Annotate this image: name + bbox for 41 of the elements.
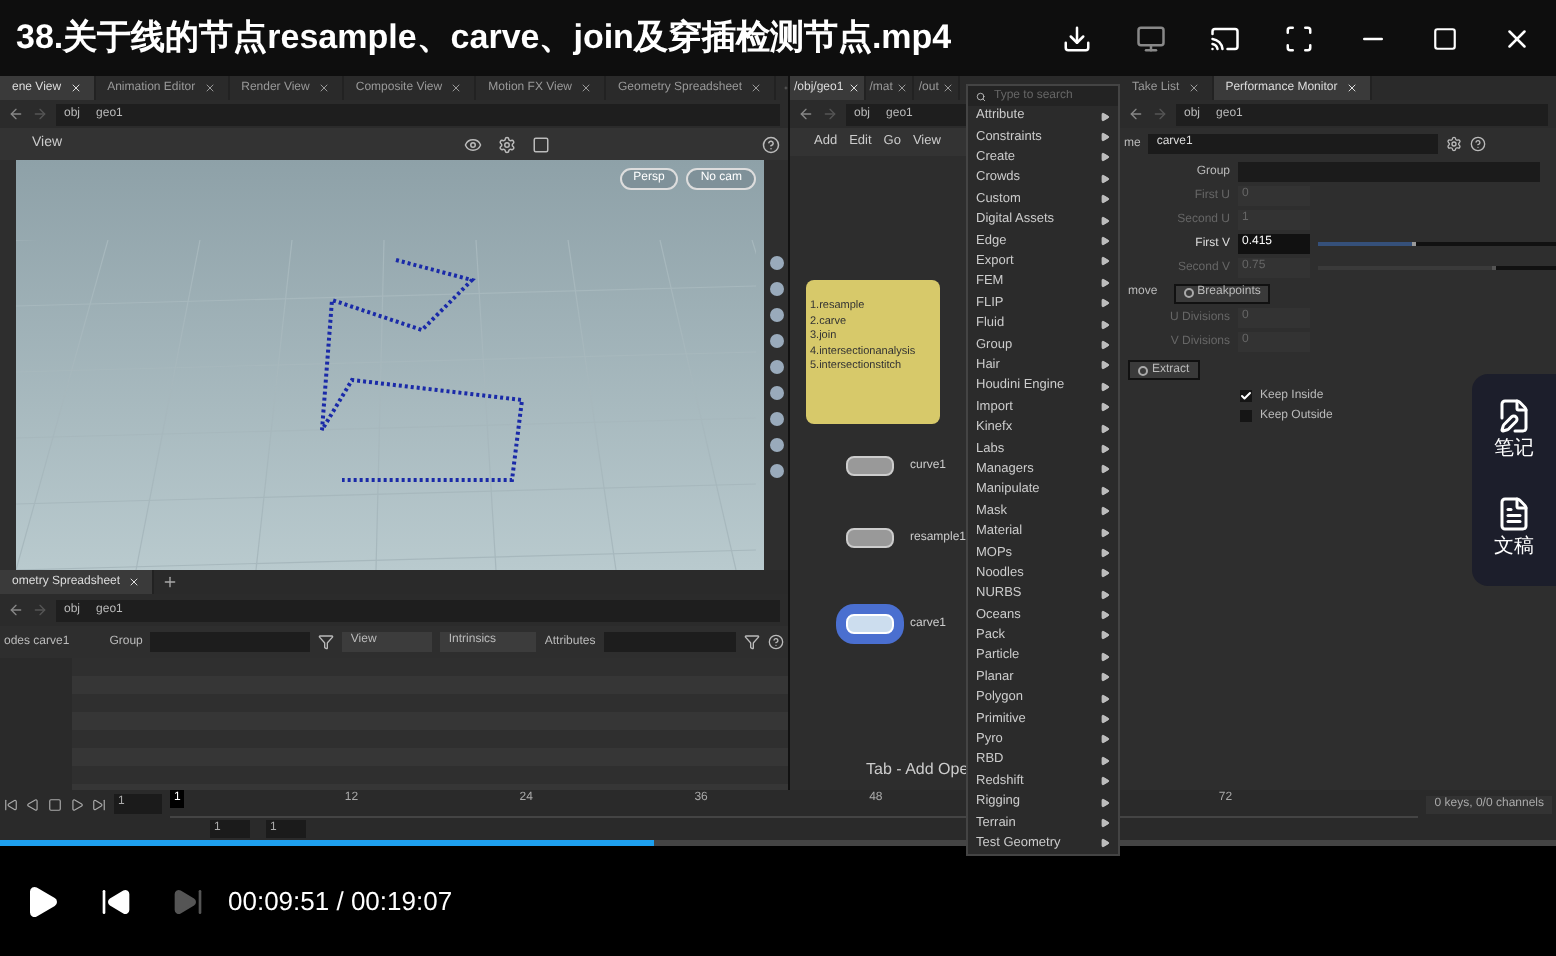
- screen-icon[interactable]: [1136, 23, 1166, 53]
- reverse-play-icon[interactable]: [26, 797, 40, 811]
- radio-icon: [1183, 288, 1194, 298]
- maximize-icon[interactable]: [1432, 25, 1458, 51]
- back-icon[interactable]: [8, 602, 24, 618]
- checkbox[interactable]: [1240, 390, 1252, 402]
- eye-icon[interactable]: [464, 135, 482, 153]
- back-icon[interactable]: [1128, 106, 1144, 122]
- search-icon: [976, 89, 986, 103]
- side-panel-button[interactable]: 笔记: [1494, 398, 1534, 464]
- settings-icon[interactable]: [1446, 136, 1463, 152]
- node[interactable]: [846, 528, 894, 548]
- filter-icon[interactable]: [318, 634, 335, 650]
- previous-icon[interactable]: [100, 885, 132, 917]
- expand-icon[interactable]: [1284, 23, 1314, 53]
- time-display: 00:09:51 / 00:19:07: [228, 883, 453, 920]
- node[interactable]: [846, 456, 894, 476]
- add-tab-icon[interactable]: [162, 574, 179, 590]
- next-icon[interactable]: [172, 885, 204, 917]
- progress-track[interactable]: [0, 840, 1556, 846]
- last-frame-icon[interactable]: [92, 797, 106, 811]
- settings-icon[interactable]: [498, 135, 516, 153]
- cast-icon[interactable]: [1210, 23, 1240, 53]
- help-icon[interactable]: [1470, 136, 1487, 152]
- first-frame-icon[interactable]: [4, 797, 18, 811]
- note-icon: [1496, 398, 1532, 434]
- filter-icon[interactable]: [744, 634, 760, 650]
- video-title: 38.关于线的节点resample、carve、join及穿插检测节点.mp4: [16, 16, 952, 61]
- play-icon[interactable]: [24, 883, 60, 919]
- checkbox[interactable]: [1240, 410, 1252, 422]
- stop-icon[interactable]: [48, 797, 62, 811]
- download-icon[interactable]: [1062, 23, 1092, 53]
- help-icon[interactable]: [762, 135, 780, 153]
- check-icon: [1240, 390, 1252, 402]
- tab-menu[interactable]: [966, 84, 1120, 857]
- side-panel-button[interactable]: 文稿: [1494, 496, 1534, 562]
- document-icon: [1496, 496, 1532, 532]
- radio-icon: [1138, 365, 1148, 375]
- back-icon[interactable]: [798, 106, 814, 122]
- help-icon[interactable]: [768, 634, 784, 650]
- back-icon[interactable]: [8, 106, 24, 122]
